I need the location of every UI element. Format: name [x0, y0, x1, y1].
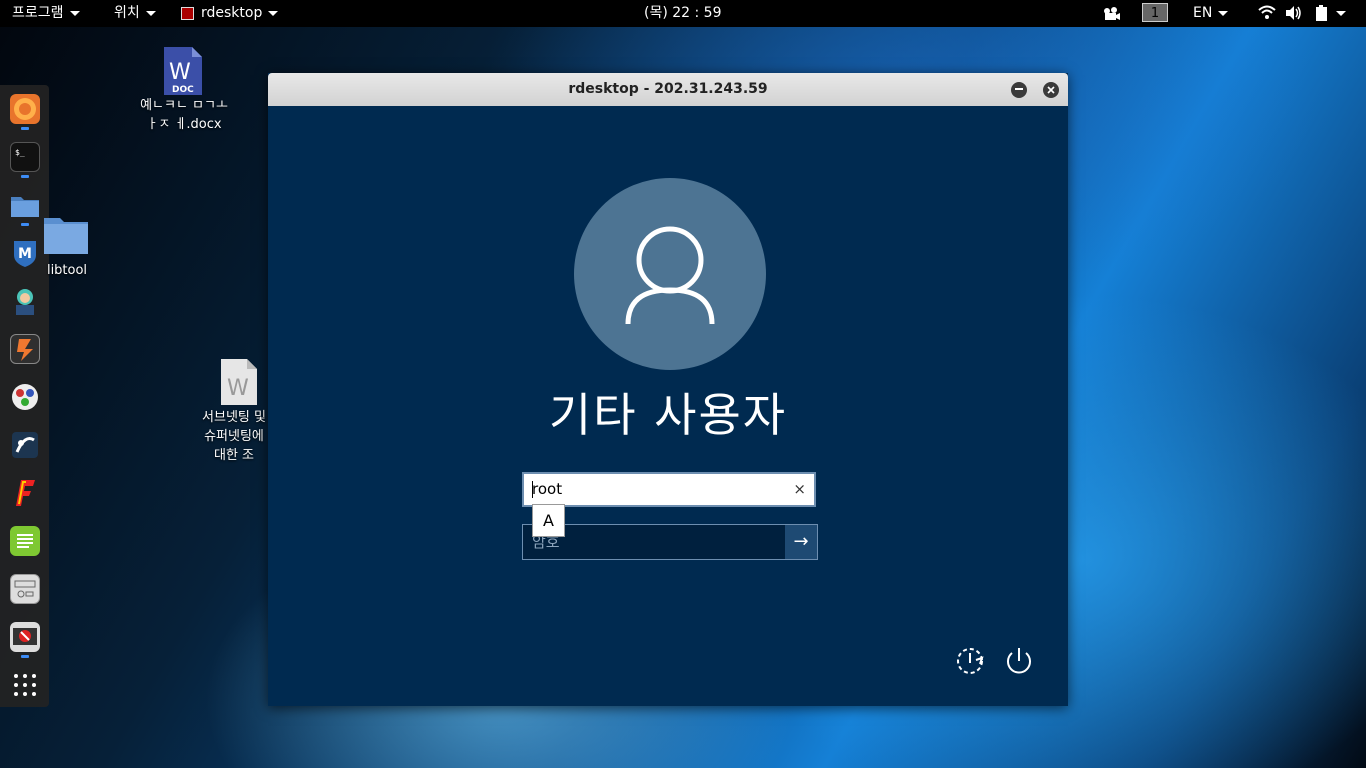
svg-text:W: W	[227, 376, 249, 401]
beef-icon[interactable]	[10, 430, 40, 460]
desktop-icon-label[interactable]: libtool	[36, 261, 98, 280]
system-menu[interactable]	[1336, 0, 1346, 27]
svg-text:W: W	[169, 60, 191, 85]
user-avatar	[574, 178, 766, 370]
places-menu[interactable]: 위치	[114, 0, 156, 27]
chevron-down-icon	[69, 10, 80, 16]
input-method-indicator: A	[532, 504, 565, 537]
text-editor-icon[interactable]	[10, 526, 40, 556]
volume-icon[interactable]	[1285, 0, 1303, 27]
chevron-down-icon	[1336, 10, 1346, 16]
active-app-label: rdesktop	[201, 5, 263, 21]
chevron-down-icon	[145, 10, 156, 16]
armitage-icon[interactable]	[10, 286, 40, 316]
document-icon[interactable]: W	[221, 359, 257, 405]
password-input[interactable]: 암호 →	[522, 524, 818, 560]
programs-menu[interactable]: 프로그램	[12, 0, 80, 27]
running-indicator	[21, 223, 29, 226]
language-label: EN	[1193, 5, 1213, 21]
running-indicator	[21, 655, 29, 658]
username-input[interactable]: root ×	[522, 472, 816, 507]
ease-of-access-icon[interactable]	[954, 644, 988, 678]
rdesktop-icon	[181, 6, 194, 20]
dock: $_ M	[0, 85, 49, 707]
folder-icon[interactable]	[44, 214, 88, 254]
top-panel: 프로그램 위치 rdesktop (목) 22 : 59 1 EN	[0, 0, 1366, 27]
running-indicator	[21, 175, 29, 178]
places-menu-label: 위치	[114, 5, 140, 21]
programs-menu-label: 프로그램	[12, 5, 64, 21]
keyboard-icon[interactable]	[10, 574, 40, 604]
maltego-icon[interactable]	[10, 382, 40, 412]
minimize-button[interactable]	[1011, 82, 1027, 98]
close-icon	[1047, 86, 1055, 94]
firefox-icon[interactable]	[10, 94, 40, 124]
word-doc-icon[interactable]: W DOC	[164, 47, 202, 95]
submit-button[interactable]: →	[785, 525, 817, 559]
close-button[interactable]	[1043, 82, 1059, 98]
chevron-down-icon	[268, 10, 279, 16]
login-user-name: 기타 사용자	[548, 388, 788, 442]
svg-text:$_: $_	[15, 148, 25, 157]
chevron-down-icon	[1218, 10, 1229, 16]
burpsuite-icon[interactable]	[10, 334, 40, 364]
workspace-switcher[interactable]: 1	[1142, 3, 1168, 22]
clear-input-icon[interactable]: ×	[793, 474, 806, 505]
minimize-icon	[1015, 88, 1023, 90]
battery-icon[interactable]	[1315, 0, 1329, 27]
username-value: root	[532, 480, 563, 498]
power-icon[interactable]	[1002, 644, 1036, 678]
rdesktop-window: rdesktop - 202.31.243.59 기타 사용자 root × 암…	[268, 73, 1068, 706]
window-titlebar[interactable]: rdesktop - 202.31.243.59	[268, 73, 1068, 106]
user-icon	[625, 226, 715, 325]
wifi-icon[interactable]	[1258, 0, 1276, 27]
svg-text:M: M	[18, 246, 32, 262]
terminal-icon[interactable]: $_	[10, 142, 40, 172]
clock[interactable]: (목) 22 : 59	[644, 0, 722, 27]
screen-recorder-icon[interactable]	[1102, 0, 1120, 27]
app-grid-icon[interactable]	[10, 670, 40, 700]
active-app-menu[interactable]: rdesktop	[181, 0, 279, 27]
language-menu[interactable]: EN	[1193, 0, 1229, 27]
running-indicator	[21, 127, 29, 130]
doc-badge: DOC	[172, 85, 194, 95]
rdesktop-dock-icon[interactable]	[10, 622, 40, 652]
arrow-right-icon: →	[793, 531, 809, 552]
files-icon[interactable]	[10, 190, 40, 220]
desktop-icon-label[interactable]: 예ㄴㅋㄴ ㅁㄱㅗㅏㅈ ㅔ.docx	[140, 96, 228, 134]
window-title: rdesktop - 202.31.243.59	[568, 81, 768, 97]
faraday-icon[interactable]	[10, 478, 40, 508]
text-caret	[532, 481, 533, 498]
desktop-icon-label[interactable]: 서브넷팅 및 슈퍼넷팅에 대한 조사.docx	[198, 408, 270, 465]
